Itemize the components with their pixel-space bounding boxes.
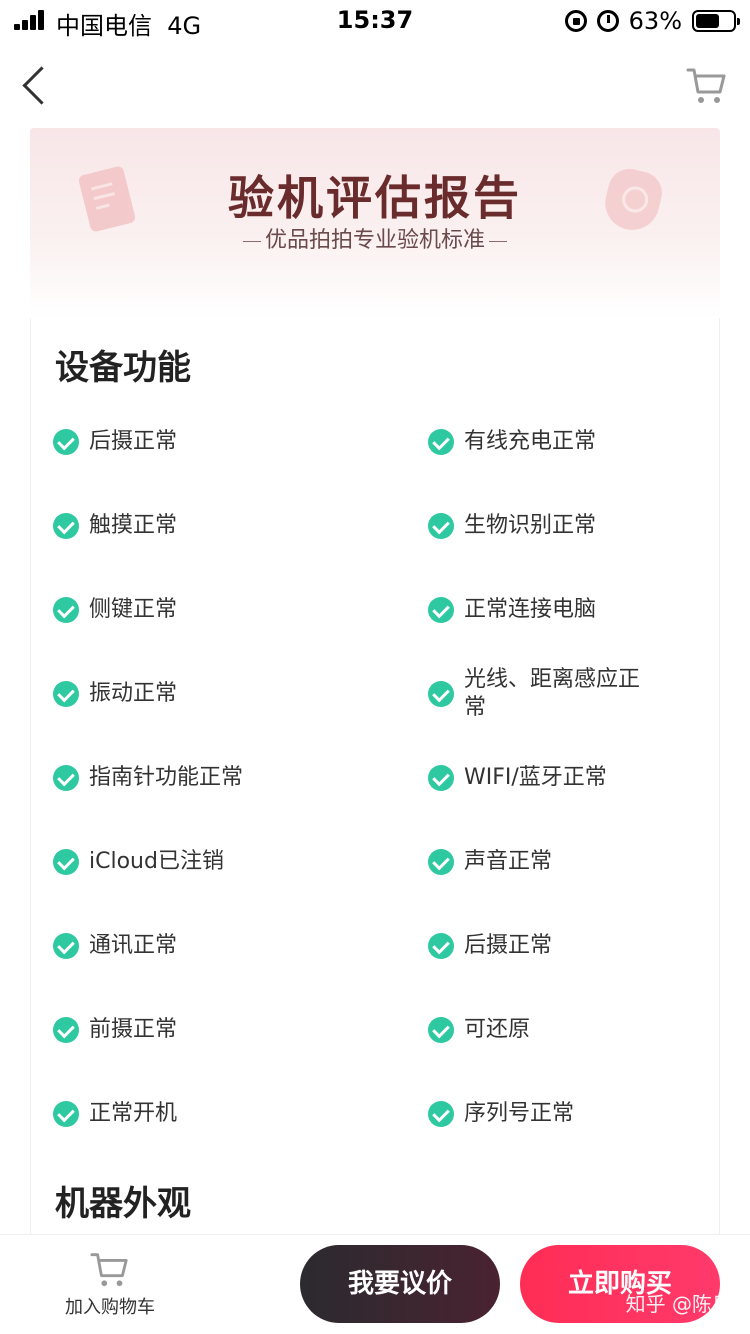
check-item-label: 正常连接电脑 <box>464 597 597 622</box>
battery-icon <box>692 10 740 32</box>
check-item-label: 前摄正常 <box>89 1017 178 1042</box>
orientation-lock-icon <box>564 10 587 32</box>
report-card: 设备功能 后摄正常 有线充电正常触摸正常 生物识别正常侧键正常 正常连接电脑振动正常 光… <box>30 318 720 1234</box>
watermark: 知乎 @陈泉 <box>625 1292 732 1316</box>
check-item-label: iCloud已注销 <box>89 849 224 874</box>
check-circle-icon <box>53 765 79 791</box>
check-item: 声音正常 <box>428 832 728 892</box>
check-item-label: 序列号正常 <box>464 1101 575 1126</box>
battery-percent: 63% <box>628 7 682 35</box>
section-title-appearance: 机器外观 <box>55 1184 191 1224</box>
check-circle-icon <box>53 1101 79 1127</box>
check-item-label: 后摄正常 <box>464 933 553 958</box>
check-circle-icon <box>428 513 454 539</box>
check-item: 后摄正常 <box>53 412 353 472</box>
check-item-label: 正常开机 <box>89 1101 178 1126</box>
section-title-device-functions: 设备功能 <box>55 348 191 388</box>
check-item: 振动正常 <box>53 664 353 724</box>
check-circle-icon <box>428 681 454 707</box>
status-bar: 中国电信 4G 15:37 63% <box>0 0 750 42</box>
check-circle-icon <box>53 681 79 707</box>
check-item-label: WIFI/蓝牙正常 <box>464 765 607 790</box>
add-to-cart-label: 加入购物车 <box>65 1297 155 1318</box>
check-item-label: 可还原 <box>464 1017 531 1042</box>
check-circle-icon <box>53 933 79 959</box>
check-circle-icon <box>53 429 79 455</box>
check-item-label: 光线、距离感应正常 <box>464 667 641 720</box>
page-title: 验机评估报告 <box>228 171 522 225</box>
check-item-label: 声音正常 <box>464 849 553 874</box>
shopping-cart-icon[interactable] <box>686 64 728 106</box>
check-item-label: 侧键正常 <box>89 597 178 622</box>
shopping-cart-icon <box>90 1253 128 1287</box>
check-item-label: 振动正常 <box>89 681 178 706</box>
check-circle-icon <box>428 933 454 959</box>
check-circle-icon <box>53 1017 79 1043</box>
check-item-label: 指南针功能正常 <box>89 765 244 790</box>
check-item-label: 通讯正常 <box>89 933 178 958</box>
check-item: 生物识别正常 <box>428 496 728 556</box>
check-circle-icon <box>428 1017 454 1043</box>
bottom-action-bar: 加入购物车 我要议价 立即购买 <box>0 1234 750 1334</box>
check-item: iCloud已注销 <box>53 832 353 892</box>
page-subtitle: 优品拍拍专业验机标准 <box>30 222 720 254</box>
check-circle-icon <box>428 765 454 791</box>
check-circle-icon <box>53 597 79 623</box>
check-item: 指南针功能正常 <box>53 748 353 808</box>
check-circle-icon <box>428 849 454 875</box>
check-item-label: 触摸正常 <box>89 513 178 538</box>
check-circle-icon <box>428 597 454 623</box>
add-to-cart-button[interactable]: 加入购物车 <box>50 1249 170 1319</box>
chevron-left-icon[interactable] <box>18 62 58 108</box>
check-circle-icon <box>53 513 79 539</box>
check-item-label: 后摄正常 <box>89 429 178 454</box>
check-item: 序列号正常 <box>428 1084 728 1144</box>
check-item-label: 生物识别正常 <box>464 513 597 538</box>
check-item: 前摄正常 <box>53 1000 353 1060</box>
check-item: 触摸正常 <box>53 496 353 556</box>
status-icons: 63% <box>564 6 740 36</box>
check-item-label: 有线充电正常 <box>464 429 597 454</box>
check-item: 正常开机 <box>53 1084 353 1144</box>
check-item: 侧键正常 <box>53 580 353 640</box>
check-circle-icon <box>428 1101 454 1127</box>
check-item: WIFI/蓝牙正常 <box>428 748 728 808</box>
check-item: 后摄正常 <box>428 916 728 976</box>
check-item: 可还原 <box>428 1000 728 1060</box>
check-circle-icon <box>53 849 79 875</box>
check-circle-icon <box>428 429 454 455</box>
check-item: 正常连接电脑 <box>428 580 728 640</box>
nav-bar <box>0 42 750 128</box>
check-item: 通讯正常 <box>53 916 353 976</box>
check-item: 光线、距离感应正常 <box>428 664 728 724</box>
alarm-icon <box>596 10 619 32</box>
negotiate-button[interactable]: 我要议价 <box>300 1245 500 1323</box>
check-item: 有线充电正常 <box>428 412 728 472</box>
report-banner: 验机评估报告 优品拍拍专业验机标准 <box>30 128 720 318</box>
